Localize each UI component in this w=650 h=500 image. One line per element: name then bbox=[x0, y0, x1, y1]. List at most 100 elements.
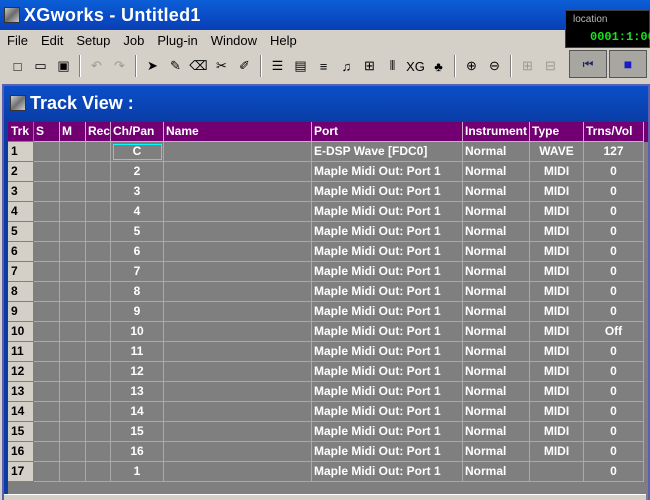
mute-cell[interactable] bbox=[60, 222, 86, 242]
name-cell[interactable] bbox=[164, 402, 312, 422]
mute-cell[interactable] bbox=[60, 202, 86, 222]
name-cell[interactable] bbox=[164, 162, 312, 182]
name-cell[interactable] bbox=[164, 382, 312, 402]
mute-cell[interactable] bbox=[60, 442, 86, 462]
redo-button[interactable]: ↷ bbox=[108, 55, 131, 78]
instrument-cell[interactable]: Normal bbox=[463, 242, 530, 262]
track-row[interactable]: 17 1 Maple Midi Out: Port 1 Normal 0 bbox=[8, 462, 648, 482]
column-header-chpan[interactable]: Ch/Pan bbox=[111, 122, 164, 142]
transpose-cell[interactable]: 0 bbox=[584, 162, 644, 182]
port-cell[interactable]: Maple Midi Out: Port 1 bbox=[312, 282, 463, 302]
type-cell[interactable]: MIDI bbox=[530, 182, 584, 202]
instrument-cell[interactable]: Normal bbox=[463, 282, 530, 302]
name-cell[interactable] bbox=[164, 442, 312, 462]
solo-cell[interactable] bbox=[34, 462, 60, 482]
column-header-instrument[interactable]: Instrument bbox=[463, 122, 530, 142]
piano-roll-button[interactable]: ▤ bbox=[289, 55, 312, 78]
transpose-cell[interactable]: 0 bbox=[584, 342, 644, 362]
port-cell[interactable]: Maple Midi Out: Port 1 bbox=[312, 222, 463, 242]
track-number[interactable]: 8 bbox=[8, 282, 34, 302]
solo-cell[interactable] bbox=[34, 302, 60, 322]
expand-button[interactable]: ⊞ bbox=[516, 55, 539, 78]
type-cell[interactable]: MIDI bbox=[530, 322, 584, 342]
channel-cell[interactable]: 14 bbox=[111, 402, 164, 422]
column-header-m[interactable]: M bbox=[60, 122, 86, 142]
track-number[interactable]: 9 bbox=[8, 302, 34, 322]
channel-cell[interactable]: 1 bbox=[111, 462, 164, 482]
solo-cell[interactable] bbox=[34, 422, 60, 442]
mute-cell[interactable] bbox=[60, 242, 86, 262]
record-cell[interactable] bbox=[86, 362, 111, 382]
record-cell[interactable] bbox=[86, 402, 111, 422]
record-cell[interactable] bbox=[86, 202, 111, 222]
instrument-cell[interactable]: Normal bbox=[463, 462, 530, 482]
app-title-bar[interactable]: XGworks - Untitled1 bbox=[0, 0, 650, 30]
channel-cell[interactable]: C bbox=[111, 142, 164, 162]
record-cell[interactable] bbox=[86, 282, 111, 302]
channel-cell[interactable]: 5 bbox=[111, 222, 164, 242]
type-cell[interactable] bbox=[530, 462, 584, 482]
type-cell[interactable]: MIDI bbox=[530, 202, 584, 222]
scissors-button[interactable]: ✂ bbox=[210, 55, 233, 78]
name-cell[interactable] bbox=[164, 262, 312, 282]
track-number[interactable]: 6 bbox=[8, 242, 34, 262]
column-header-s[interactable]: S bbox=[34, 122, 60, 142]
menu-plugin[interactable]: Plug-in bbox=[150, 33, 203, 48]
instrument-cell[interactable]: Normal bbox=[463, 162, 530, 182]
save-button[interactable]: ▣ bbox=[52, 55, 75, 78]
undo-button[interactable]: ↶ bbox=[85, 55, 108, 78]
solo-cell[interactable] bbox=[34, 322, 60, 342]
record-cell[interactable] bbox=[86, 442, 111, 462]
voice-button[interactable]: ♣ bbox=[427, 55, 450, 78]
open-folder-button[interactable]: ▭ bbox=[29, 55, 52, 78]
track-number[interactable]: 12 bbox=[8, 362, 34, 382]
type-cell[interactable]: MIDI bbox=[530, 162, 584, 182]
record-cell[interactable] bbox=[86, 422, 111, 442]
name-cell[interactable] bbox=[164, 302, 312, 322]
score-button[interactable]: ♫ bbox=[335, 55, 358, 78]
track-row[interactable]: 15 15 Maple Midi Out: Port 1 Normal MIDI 0 bbox=[8, 422, 648, 442]
transpose-cell[interactable]: 0 bbox=[584, 202, 644, 222]
channel-cell[interactable]: 4 bbox=[111, 202, 164, 222]
port-cell[interactable]: Maple Midi Out: Port 1 bbox=[312, 442, 463, 462]
mixer-button[interactable]: ⫴ bbox=[381, 55, 404, 78]
solo-cell[interactable] bbox=[34, 142, 60, 162]
mute-cell[interactable] bbox=[60, 422, 86, 442]
menu-setup[interactable]: Setup bbox=[69, 33, 116, 48]
port-cell[interactable]: Maple Midi Out: Port 1 bbox=[312, 342, 463, 362]
collapse-button[interactable]: ⊟ bbox=[539, 55, 562, 78]
instrument-cell[interactable]: Normal bbox=[463, 362, 530, 382]
new-file-button[interactable]: □ bbox=[6, 55, 29, 78]
port-cell[interactable]: Maple Midi Out: Port 1 bbox=[312, 202, 463, 222]
type-cell[interactable]: MIDI bbox=[530, 362, 584, 382]
instrument-cell[interactable]: Normal bbox=[463, 142, 530, 162]
transpose-cell[interactable]: 0 bbox=[584, 222, 644, 242]
track-row[interactable]: 5 5 Maple Midi Out: Port 1 Normal MIDI 0 bbox=[8, 222, 648, 242]
name-cell[interactable] bbox=[164, 342, 312, 362]
track-number[interactable]: 1 bbox=[8, 142, 34, 162]
xg-editor-button[interactable]: XG bbox=[404, 55, 427, 78]
solo-cell[interactable] bbox=[34, 162, 60, 182]
track-row[interactable]: 13 13 Maple Midi Out: Port 1 Normal MIDI 0 bbox=[8, 382, 648, 402]
menu-file[interactable]: File bbox=[0, 33, 34, 48]
mute-cell[interactable] bbox=[60, 382, 86, 402]
type-cell[interactable]: MIDI bbox=[530, 402, 584, 422]
channel-cell[interactable]: 15 bbox=[111, 422, 164, 442]
instrument-cell[interactable]: Normal bbox=[463, 322, 530, 342]
instrument-cell[interactable]: Normal bbox=[463, 422, 530, 442]
port-cell[interactable]: Maple Midi Out: Port 1 bbox=[312, 382, 463, 402]
instrument-cell[interactable]: Normal bbox=[463, 202, 530, 222]
mute-cell[interactable] bbox=[60, 262, 86, 282]
pointer-button[interactable]: ➤ bbox=[141, 55, 164, 78]
record-cell[interactable] bbox=[86, 242, 111, 262]
transpose-cell[interactable]: 0 bbox=[584, 402, 644, 422]
track-number[interactable]: 15 bbox=[8, 422, 34, 442]
track-row[interactable]: 8 8 Maple Midi Out: Port 1 Normal MIDI 0 bbox=[8, 282, 648, 302]
column-header-name[interactable]: Name bbox=[164, 122, 312, 142]
record-cell[interactable] bbox=[86, 322, 111, 342]
mute-cell[interactable] bbox=[60, 282, 86, 302]
name-cell[interactable] bbox=[164, 422, 312, 442]
solo-cell[interactable] bbox=[34, 202, 60, 222]
transpose-cell[interactable]: 0 bbox=[584, 242, 644, 262]
column-header-type[interactable]: Type bbox=[530, 122, 584, 142]
